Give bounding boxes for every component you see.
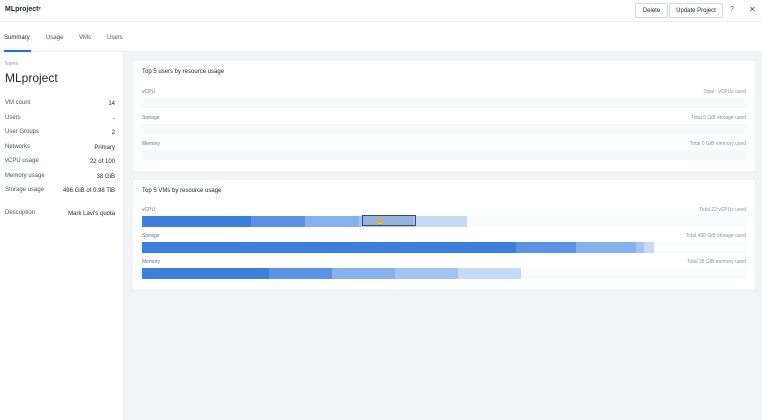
- details-panel: Name MLproject VM count 14 Users - User …: [0, 52, 124, 420]
- top-bar: MLproject ▼ Delete Update Project ? ✕: [0, 0, 762, 22]
- detail-value: 22 of 100: [89, 159, 115, 165]
- update-project-button[interactable]: Update Project: [669, 3, 723, 18]
- vms-storage-total: Total 496 GiB storage used: [685, 233, 746, 239]
- top-users-card: Top 5 users by resource usage vCPU Total…: [133, 61, 755, 171]
- tab-summary[interactable]: Summary: [4, 35, 30, 41]
- tab-bar: Summary Usage VMs Users: [0, 22, 762, 52]
- detail-value: 38 GiB: [96, 174, 115, 180]
- usage-segment[interactable]: [332, 268, 395, 279]
- project-name: MLproject: [5, 71, 58, 85]
- vms-storage-bar: [142, 242, 746, 253]
- vms-storage-label: Storage: [142, 233, 160, 239]
- vms-vcpu-bar: [142, 216, 746, 227]
- users-storage-bar: [142, 124, 746, 134]
- detail-value: Primary: [94, 145, 115, 151]
- detail-value: 14: [108, 101, 115, 107]
- detail-key: VM count: [5, 100, 31, 106]
- detail-value: 496 GiB of 0.98 TiB: [62, 188, 115, 194]
- vms-memory-total: Total 38 GiB memory used: [687, 259, 746, 265]
- vms-memory-bar: [142, 268, 746, 279]
- usage-segment[interactable]: [251, 216, 305, 227]
- detail-key: Networks: [5, 144, 31, 150]
- users-storage-label: Storage: [142, 115, 160, 121]
- vms-vcpu-total: Total 22 vCPUs used: [699, 207, 746, 213]
- vms-vcpu-label: vCPU: [142, 207, 156, 213]
- users-vcpu-total: Total : vCPUs used: [703, 89, 746, 95]
- detail-key: vCPU usage: [5, 158, 39, 164]
- detail-value: Mark Lavi's quota: [68, 211, 115, 217]
- usage-segment[interactable]: [576, 242, 636, 253]
- usage-segment[interactable]: [142, 216, 251, 227]
- usage-segment[interactable]: [142, 242, 516, 253]
- usage-segment[interactable]: [305, 216, 359, 227]
- detail-key: Memory usage: [5, 173, 45, 179]
- users-memory-total: Total 0 GiB memory used: [689, 141, 746, 147]
- main-content: Top 5 users by resource usage vCPU Total…: [124, 52, 762, 420]
- top-vms-title: Top 5 VMs by resource usage: [142, 188, 222, 194]
- usage-segment[interactable]: [516, 242, 576, 253]
- usage-segment[interactable]: [269, 268, 332, 279]
- detail-key: Description: [5, 210, 36, 216]
- usage-segment[interactable]: [458, 268, 521, 279]
- usage-segment[interactable]: [142, 268, 269, 279]
- help-icon[interactable]: ?: [730, 6, 734, 13]
- users-vcpu-label: vCPU: [142, 89, 156, 95]
- top-users-title: Top 5 users by resource usage: [142, 69, 225, 75]
- detail-key: Storage usage: [5, 187, 45, 193]
- close-icon[interactable]: ✕: [749, 5, 756, 14]
- bar-segment-hover-highlight[interactable]: [362, 215, 416, 226]
- detail-value: 2: [111, 130, 115, 136]
- users-memory-bar: [142, 150, 746, 160]
- usage-segment[interactable]: [413, 216, 467, 227]
- users-storage-total: Total 0 GiB storage used: [691, 115, 746, 121]
- tab-users[interactable]: Users: [107, 35, 123, 41]
- users-vcpu-bar: [142, 98, 746, 108]
- usage-segment[interactable]: [644, 242, 654, 253]
- delete-button[interactable]: Delete: [635, 3, 668, 18]
- usage-segment[interactable]: [395, 268, 458, 279]
- name-label: Name: [5, 61, 19, 67]
- detail-key: Users: [5, 115, 21, 121]
- top-vms-card: Top 5 VMs by resource usage vCPU Total 2…: [133, 180, 755, 289]
- usage-segment[interactable]: [636, 242, 644, 253]
- detail-key: User Groups: [5, 129, 40, 135]
- users-memory-label: Memory: [142, 141, 161, 147]
- project-title[interactable]: MLproject: [5, 6, 38, 13]
- detail-value: -: [113, 116, 115, 122]
- vms-memory-label: Memory: [142, 259, 161, 265]
- pointer-cursor-icon: ☝: [376, 218, 385, 225]
- chevron-down-icon[interactable]: ▼: [37, 6, 42, 12]
- tab-usage[interactable]: Usage: [46, 35, 63, 41]
- tab-vms[interactable]: VMs: [79, 35, 91, 41]
